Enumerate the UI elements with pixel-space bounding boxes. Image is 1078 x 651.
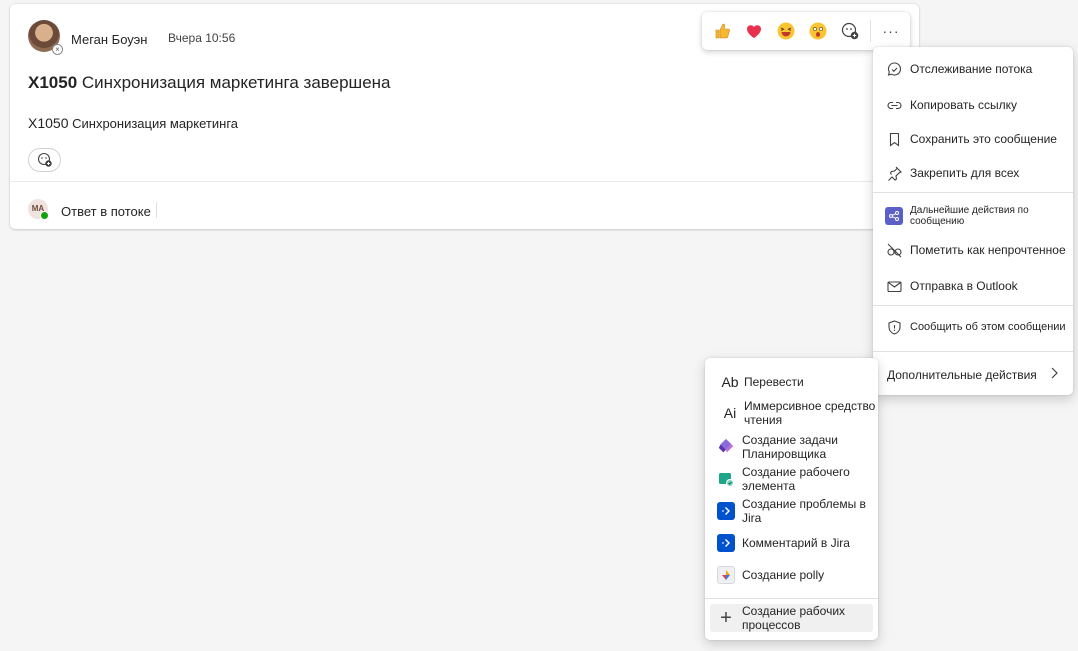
title-code: X1050 [28, 73, 78, 92]
heart-icon [747, 25, 761, 38]
menu-item-label: Копировать ссылку [910, 98, 1017, 112]
submenu-item-label: Иммерсивное средство чтения [744, 399, 876, 427]
submenu-item-label: Создание проблемы в Jira [742, 497, 866, 525]
jira-icon [717, 534, 735, 552]
add-reaction-icon [37, 152, 52, 167]
pin-icon [885, 164, 903, 182]
menu-item-label: Сообщить об этом сообщении [910, 321, 1066, 333]
menu-item-report-message[interactable]: Сообщить об этом сообщении [873, 315, 1073, 339]
submenu-separator [705, 598, 878, 599]
submenu-item-label: Создание polly [742, 568, 825, 582]
submenu-item-label: Создание рабочих процессов [742, 604, 846, 632]
menu-separator [873, 305, 1073, 306]
message-context-menu: Отслеживание потока Копировать ссылку Со… [873, 47, 1073, 395]
menu-item-more-actions[interactable]: Дополнительные действия [873, 363, 1073, 387]
menu-separator [873, 192, 1073, 193]
menu-item-label: Отправка в Outlook [910, 279, 1018, 293]
author-name[interactable]: Меган Боуэн [71, 32, 147, 47]
menu-item-label: Пометить как непрочтенное [910, 243, 1066, 257]
jira-icon [717, 502, 735, 520]
planner-icon [717, 438, 735, 456]
submenu-item-jira-issue[interactable]: Создание проблемы в Jira [705, 497, 878, 525]
submenu-item-translate[interactable]: Ab Перевести [705, 370, 878, 394]
body-code: X1050 [28, 115, 69, 131]
message-timestamp: Вчера 10:56 [168, 31, 236, 45]
reaction-like-button[interactable] [706, 15, 738, 47]
mail-icon [885, 277, 903, 295]
submenu-item-polly[interactable]: Создание polly [705, 563, 878, 587]
more-options-icon: ··· [882, 23, 900, 39]
add-reaction-button[interactable] [28, 148, 61, 172]
reply-avatar: MA [28, 199, 49, 220]
translate-icon: Ab [721, 374, 739, 390]
more-reactions-button[interactable] [834, 15, 866, 47]
like-icon [712, 21, 732, 41]
more-options-button[interactable]: ··· [875, 15, 907, 47]
reaction-toolbar: ··· [702, 12, 910, 50]
menu-item-follow-thread[interactable]: Отслеживание потока [873, 57, 1073, 81]
submenu-item-create-workflows[interactable]: + Создание рабочих процессов [710, 604, 873, 632]
menu-item-send-to-outlook[interactable]: Отправка в Outlook [873, 274, 1073, 298]
reaction-surprised-button[interactable] [802, 15, 834, 47]
work-item-icon [717, 470, 735, 488]
menu-separator [873, 351, 1073, 352]
unread-icon [885, 241, 903, 259]
avatar[interactable]: × [28, 20, 63, 55]
more-actions-submenu: Ab Перевести Ai Иммерсивное средство чте… [705, 358, 878, 640]
menu-item-label: Дополнительные действия [887, 368, 1037, 382]
submenu-item-planner-task[interactable]: Создание задачи Планировщика [705, 433, 878, 461]
immersive-reader-icon: Ai [723, 405, 737, 421]
menu-item-loop[interactable]: Дальнейшие действия по сообщению [873, 204, 1073, 228]
submenu-item-immersive-reader[interactable]: Ai Иммерсивное средство чтения [705, 399, 878, 427]
body-text: Синхронизация маркетинга [72, 116, 238, 131]
link-icon [885, 96, 903, 114]
submenu-item-label: Комментарий в Jira [742, 536, 850, 550]
menu-item-mark-unread[interactable]: Пометить как непрочтенное [873, 238, 1073, 262]
reaction-laugh-button[interactable] [770, 15, 802, 47]
add-reaction-icon [841, 22, 859, 40]
menu-item-save-message[interactable]: Сохранить это сообщение [873, 127, 1073, 151]
submenu-item-label: Создание задачи Планировщика [742, 433, 838, 461]
surprised-icon [809, 22, 827, 40]
message-body: X1050 Синхронизация маркетинга [28, 115, 238, 131]
reaction-heart-button[interactable] [738, 15, 770, 47]
submenu-item-label: Создание рабочего элемента [742, 465, 850, 493]
chevron-right-icon [1049, 366, 1059, 385]
follow-thread-icon [885, 60, 903, 78]
submenu-item-label: Перевести [744, 375, 804, 389]
menu-item-label: Дальнейшие действия по сообщению [910, 205, 1029, 227]
submenu-item-jira-comment[interactable]: Комментарий в Jira [705, 531, 878, 555]
polly-icon [717, 566, 735, 584]
menu-item-label: Отслеживание потока [910, 62, 1033, 76]
title-text: Синхронизация маркетинга завершена [81, 73, 391, 92]
menu-item-label: Закрепить для всех [910, 166, 1020, 180]
reply-in-thread-button[interactable]: Ответ в потоке [61, 204, 151, 219]
laugh-icon [777, 22, 795, 40]
bookmark-icon [885, 130, 903, 148]
plus-icon: + [720, 606, 732, 629]
reply-separator [156, 202, 157, 218]
presence-online-icon [40, 211, 49, 220]
loop-icon [885, 207, 903, 225]
shield-icon [885, 318, 903, 336]
submenu-item-work-item[interactable]: Создание рабочего элемента [705, 465, 878, 493]
message-title: X1050 Синхронизация маркетинга завершена [28, 73, 391, 93]
menu-item-copy-link[interactable]: Копировать ссылку [873, 93, 1073, 117]
card-divider [10, 181, 919, 182]
toolbar-separator [870, 20, 871, 42]
presence-offline-icon: × [52, 44, 63, 55]
menu-item-pin-for-all[interactable]: Закрепить для всех [873, 161, 1073, 185]
menu-item-label: Сохранить это сообщение [910, 132, 1057, 146]
